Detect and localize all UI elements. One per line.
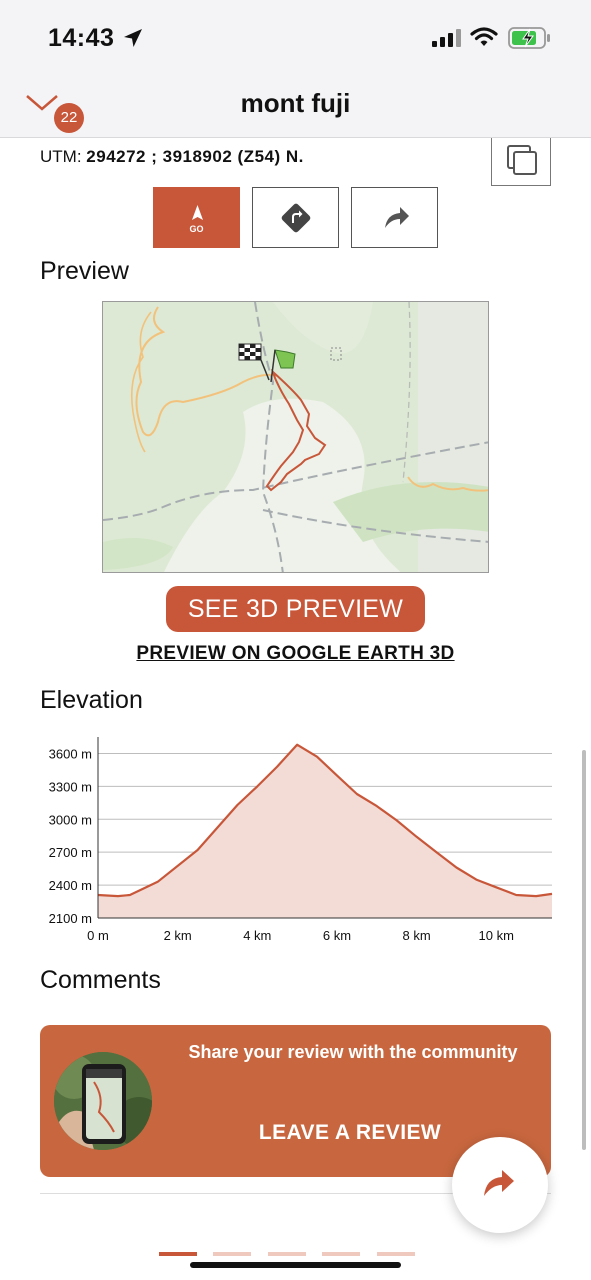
scrollbar[interactable] (582, 750, 586, 1150)
x-tick-label: 4 km (243, 928, 271, 943)
y-tick-label: 2700 m (49, 845, 92, 860)
see-3d-preview-button[interactable]: SEE 3D PREVIEW (166, 586, 425, 632)
directions-icon (281, 203, 311, 233)
y-tick-label: 2400 m (49, 878, 92, 893)
top-bar: 14:43 22 mont fuji (0, 0, 591, 138)
trail-map (103, 302, 488, 572)
copy-button[interactable] (491, 138, 551, 186)
elevation-heading: Elevation (40, 686, 143, 714)
x-tick-label: 10 km (479, 928, 514, 943)
map-preview[interactable] (102, 301, 489, 573)
page-indicator-4 (322, 1252, 360, 1256)
utm-label: UTM: (40, 147, 82, 166)
y-tick-label: 3600 m (49, 746, 92, 761)
elevation-chart: 2100 m 2400 m 2700 m 3000 m 3300 m 3600 m 0 m 2… (49, 737, 553, 943)
page-indicator-3 (268, 1252, 306, 1256)
elevation-area (98, 744, 552, 918)
google-earth-preview-link[interactable]: PREVIEW ON GOOGLE EARTH 3D (0, 643, 591, 665)
phone-in-hand-image (54, 1052, 152, 1150)
x-tick-label: 8 km (403, 928, 431, 943)
x-tick-label: 6 km (323, 928, 351, 943)
go-button[interactable]: GO (153, 187, 240, 248)
utm-value: 294272 ; 3918902 (Z54) N. (86, 147, 304, 166)
page-indicator-1 (159, 1252, 197, 1256)
location-arrow-icon (124, 29, 142, 47)
share-arrow-icon (385, 207, 409, 228)
share-fab[interactable] (452, 1137, 548, 1233)
page-title: mont fuji (240, 88, 351, 118)
page-indicator-2 (213, 1252, 251, 1256)
go-label: GO (189, 224, 204, 234)
directions-button[interactable] (252, 187, 339, 248)
battery-charging-icon (508, 27, 550, 49)
y-tick-label: 3000 m (49, 812, 92, 827)
go-navigation-icon (192, 205, 203, 220)
signal-icon (432, 29, 461, 47)
comments-heading: Comments (40, 966, 161, 994)
y-tick-label: 3300 m (49, 779, 92, 794)
y-tick-label: 2100 m (49, 911, 92, 926)
wifi-icon (470, 27, 498, 46)
x-tick-label: 2 km (164, 928, 192, 943)
copy-icon (507, 145, 537, 175)
x-tick-label: 0 m (87, 928, 109, 943)
status-time: 14:43 (48, 24, 115, 52)
share-arrow-icon (484, 1170, 514, 1196)
page-indicator-5 (377, 1252, 415, 1256)
review-prompt: Share your review with the community (188, 1042, 518, 1062)
preview-heading: Preview (40, 257, 129, 285)
home-indicator (190, 1262, 401, 1268)
utm-coordinates: UTM: 294272 ; 3918902 (Z54) N. (40, 147, 304, 167)
review-photo (54, 1052, 152, 1150)
share-button[interactable] (351, 187, 438, 248)
